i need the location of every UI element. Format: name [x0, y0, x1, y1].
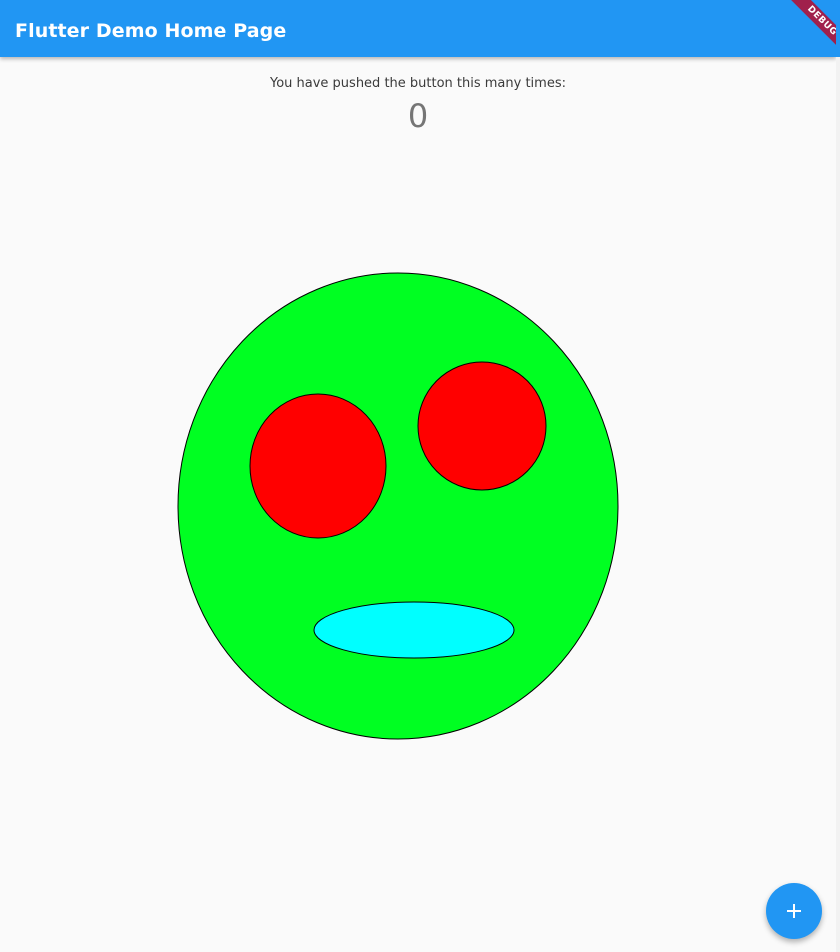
window-edge-top	[836, 0, 840, 57]
face-head	[177, 272, 619, 740]
debug-banner: DEBUG	[780, 0, 836, 56]
app-title: Flutter Demo Home Page	[15, 20, 287, 42]
increment-button[interactable]	[766, 883, 822, 939]
face-drawing	[177, 272, 619, 740]
app-window: Flutter Demo Home Page DEBUG You have pu…	[0, 0, 836, 952]
face-right-eye	[417, 361, 547, 491]
face-mouth	[313, 601, 515, 659]
debug-banner-label: DEBUG	[788, 0, 836, 55]
app-bar: Flutter Demo Home Page	[0, 0, 836, 57]
face-left-eye	[249, 393, 387, 539]
plus-icon	[787, 904, 801, 918]
window-edge	[836, 0, 840, 952]
